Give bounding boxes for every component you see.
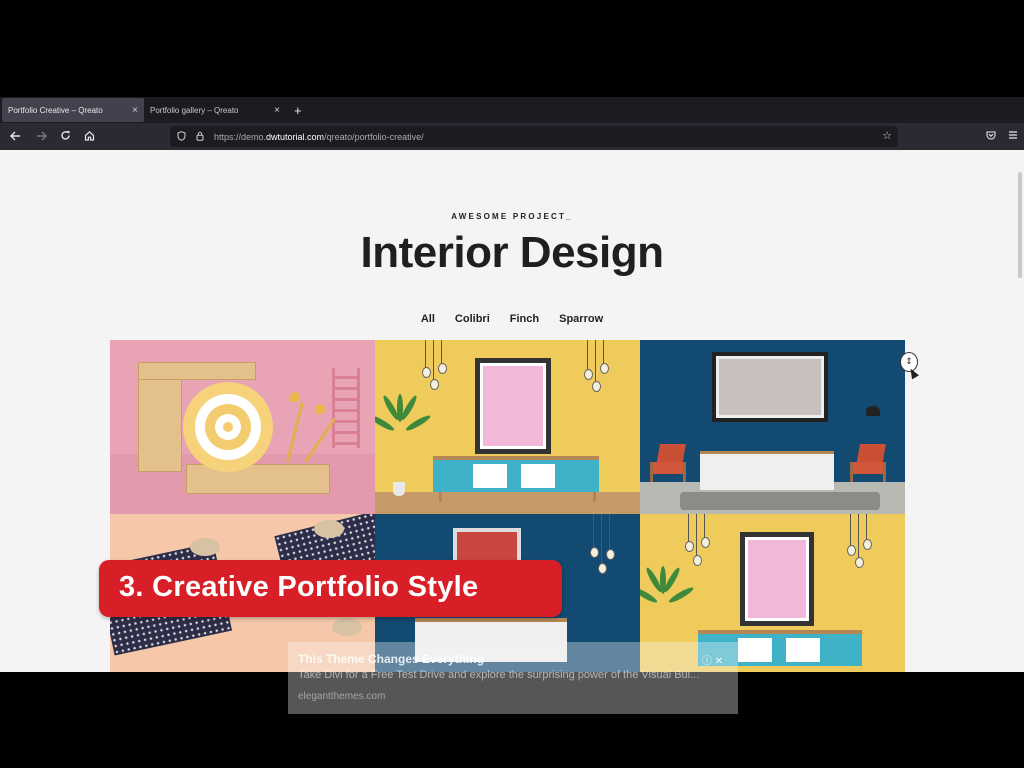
tab-bar: Portfolio Creative – Qreato × Portfolio …	[0, 97, 1024, 123]
rug	[680, 492, 880, 510]
picture-frame	[740, 532, 814, 626]
bulb-icon	[600, 340, 609, 374]
portfolio-item-yellow-room[interactable]	[375, 340, 640, 514]
reload-icon[interactable]	[54, 130, 76, 144]
portfolio-grid	[110, 340, 905, 672]
sideboard-leg	[439, 492, 442, 502]
armchair	[850, 444, 886, 482]
sideboard	[433, 456, 599, 492]
wood-base	[186, 464, 330, 494]
dart-icon	[290, 392, 300, 402]
close-tab-icon[interactable]: ×	[132, 105, 138, 116]
bulb-icon	[701, 514, 710, 548]
portfolio-item-navy-room[interactable]	[640, 340, 905, 514]
new-tab-button[interactable]: +	[294, 103, 302, 118]
section-eyebrow: AWESOME PROJECT_	[451, 212, 573, 221]
plant-icon	[640, 564, 695, 624]
bulb-icon	[598, 514, 607, 574]
filter-colibri[interactable]: Colibri	[455, 313, 490, 325]
url-text: https://demo.dwtutorial.com/qreato/portf…	[214, 132, 424, 142]
bulb-icon	[422, 340, 431, 378]
tab-portfolio-gallery[interactable]: Portfolio gallery – Qreato ×	[144, 98, 286, 122]
ad-headline[interactable]: This Theme Changes Everything	[298, 652, 484, 666]
forward-icon[interactable]	[30, 130, 52, 144]
picture-frame	[712, 352, 828, 422]
url-prefix: https://demo.	[214, 131, 267, 142]
portfolio-filters: All Colibri Finch Sparrow	[0, 313, 1024, 325]
bow-icon	[190, 538, 220, 556]
bookmark-star-icon[interactable]: ☆	[882, 129, 892, 142]
bulb-icon	[430, 340, 439, 390]
ad-source[interactable]: elegantthemes.com	[298, 691, 385, 702]
bulb-icon	[584, 340, 593, 380]
tab-title: Portfolio Creative – Qreato	[8, 105, 103, 115]
bulb-icon	[847, 514, 856, 556]
back-icon[interactable]	[4, 130, 26, 144]
filter-finch[interactable]: Finch	[510, 313, 539, 325]
bulb-icon	[693, 514, 702, 566]
bulb-icon	[685, 514, 694, 552]
page-title: Interior Design	[360, 228, 665, 277]
ad-close-icon[interactable]: ⓘ ✕	[702, 652, 723, 667]
address-bar[interactable]: https://demo.dwtutorial.com/qreato/portf…	[170, 126, 898, 147]
portfolio-item-target[interactable]	[110, 340, 375, 514]
ad-description: Take Divi for a Free Test Drive and expl…	[298, 669, 700, 681]
bulb-icon	[855, 514, 864, 568]
menu-icon[interactable]	[1008, 130, 1018, 143]
picture-frame	[475, 358, 551, 454]
bulb-icon	[438, 340, 447, 374]
bulb-icon	[590, 514, 599, 558]
tab-title: Portfolio gallery – Qreato	[150, 105, 239, 115]
filter-sparrow[interactable]: Sparrow	[559, 313, 603, 325]
target-icon	[183, 382, 273, 472]
ad-overlay[interactable]: This Theme Changes Everything Take Divi …	[288, 642, 738, 714]
pocket-icon[interactable]	[986, 130, 996, 143]
bulb-icon	[606, 514, 615, 560]
sideboard	[700, 451, 834, 490]
filter-all[interactable]: All	[421, 313, 435, 325]
close-tab-icon[interactable]: ×	[274, 105, 280, 116]
plant-icon	[375, 392, 432, 496]
scene-floor	[375, 492, 640, 514]
video-title-badge: 3. Creative Portfolio Style	[99, 560, 562, 617]
lamp-icon	[866, 406, 880, 416]
lock-icon[interactable]	[196, 131, 208, 143]
toolbar-right	[986, 130, 1018, 143]
ladder-prop	[332, 368, 360, 448]
tab-portfolio-creative[interactable]: Portfolio Creative – Qreato ×	[2, 98, 144, 122]
url-path: /qreato/portfolio-creative/	[324, 131, 424, 142]
wood-block	[138, 362, 256, 380]
bulb-icon	[592, 340, 601, 392]
shield-icon[interactable]	[177, 130, 189, 143]
url-domain: dwtutorial.com	[266, 131, 325, 142]
sideboard-leg	[593, 492, 596, 502]
bulb-icon	[863, 514, 872, 550]
armchair	[650, 444, 686, 482]
navigation-bar: https://demo.dwtutorial.com/qreato/portf…	[0, 123, 1024, 150]
bow-icon	[314, 520, 344, 538]
dart-icon	[315, 404, 325, 414]
home-icon[interactable]	[78, 130, 100, 144]
bow-icon	[332, 618, 362, 636]
